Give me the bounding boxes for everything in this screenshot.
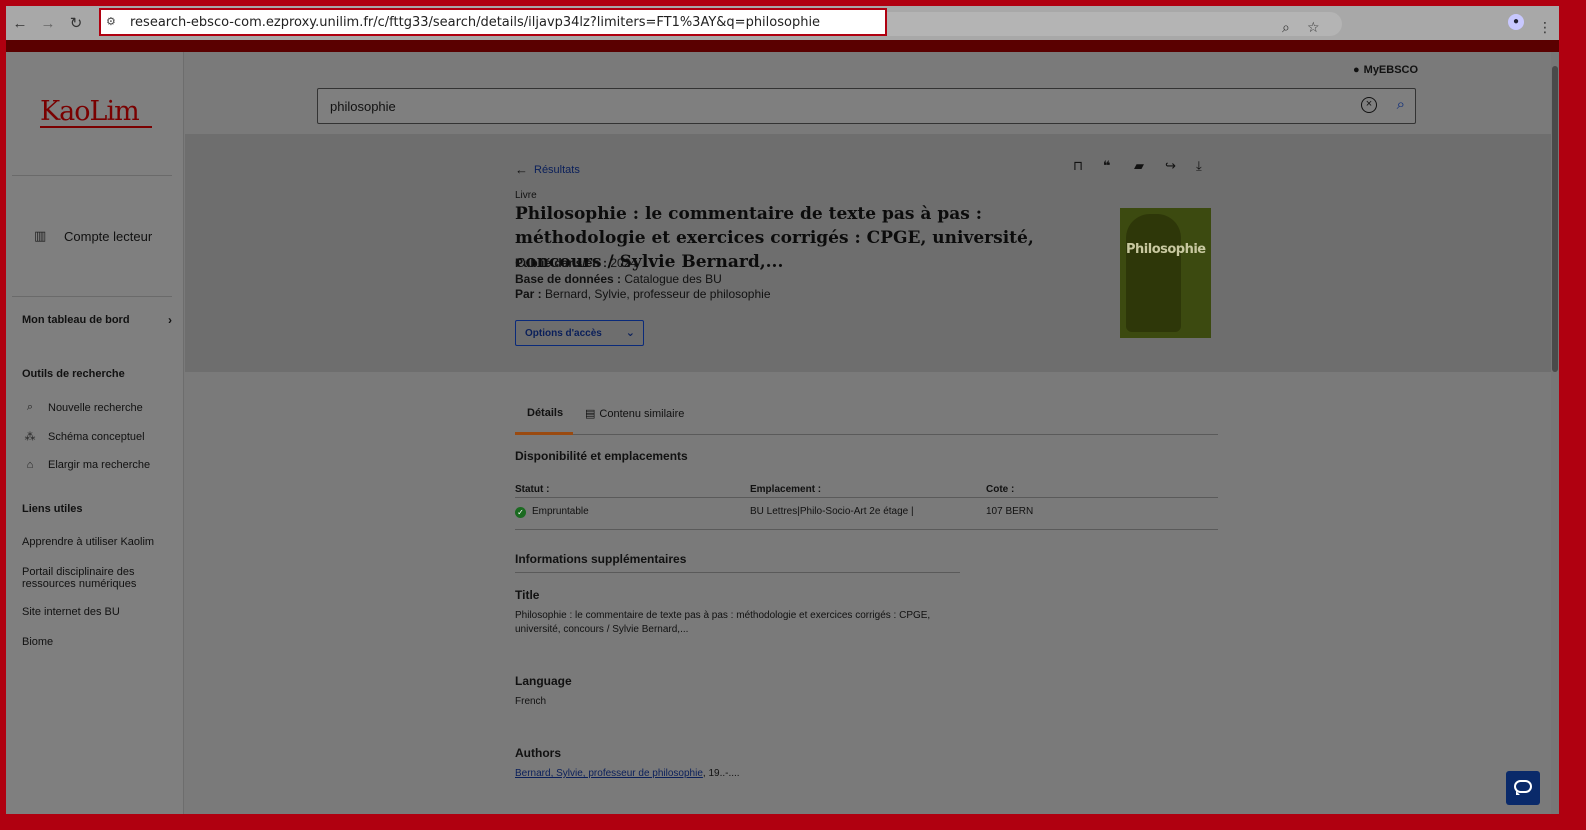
table-header: Statut : Emplacement : Cote : [515,480,1218,498]
location-header: Emplacement : [750,484,822,495]
learn-kaolim-link[interactable]: Apprendre à utiliser Kaolim [22,536,172,548]
arrow-left-icon: ← [515,162,528,177]
call-number-header: Cote : [986,484,1015,495]
supplementary-heading: Informations supplémentaires [515,552,687,566]
author-meta: Par : Bernard, Sylvie, professeur de phi… [515,287,771,301]
title-field-label: Title [515,588,540,602]
download-icon[interactable]: ⤓ [1196,158,1202,174]
new-search-label: Nouvelle recherche [48,401,143,414]
forward-arrow-icon[interactable]: → [38,14,58,34]
authors-field-label: Authors [515,746,561,760]
database-label: Base de données : [515,272,622,286]
search-input[interactable]: philosophie × ⌕ [317,88,1416,124]
page: KaoLim ▥ Compte lecteur Mon tableau de b… [6,52,1551,814]
search-icon: ⌕ [26,401,34,413]
published-label: Publié dans/en : [515,256,608,270]
url-text[interactable]: research-ebsco-com.ezproxy.unilim.fr/c/f… [130,15,820,30]
search-value: philosophie [330,99,396,114]
chat-button[interactable] [1506,771,1540,805]
scrollbar-thumb[interactable] [1552,66,1558,372]
published-meta: Publié dans/en : 2024 [515,256,637,270]
cover-statue-image [1126,214,1181,332]
divider [515,572,960,573]
concept-map-icon: ⁂ [24,431,36,443]
concept-map-label: Schéma conceptuel [48,430,145,443]
folder-icon[interactable]: ▰ [1134,158,1144,174]
tab-similar-label: Contenu similaire [599,408,685,420]
chevron-right-icon: › [168,313,172,327]
new-search-link[interactable]: ⌕ Nouvelle recherche [22,401,143,414]
cite-icon[interactable]: ❝ [1103,158,1111,174]
cover-title: Philosophie [1126,242,1206,257]
share-icon[interactable]: ↪ [1165,158,1176,174]
kaolim-logo[interactable]: KaoLim [40,96,140,127]
back-to-results-link[interactable]: ← Résultats [515,162,580,177]
chevron-down-icon: ⌄ [625,327,635,339]
myebsco-link[interactable]: ● MyEBSCO [1353,64,1418,76]
database-meta: Base de données : Catalogue des BU [515,272,722,286]
concept-map-link[interactable]: ⁂ Schéma conceptuel [22,430,145,444]
location-cell: BU Lettres|Philo-Socio-Art 2e étage | [750,506,914,517]
back-label: Résultats [534,163,580,176]
back-arrow-icon[interactable]: ← [10,14,30,34]
book-cover[interactable]: Philosophie [1120,208,1211,338]
record-header: ← Résultats ⊓ ❝ ▰ ↪ ⤓ Livre Philosophie … [185,134,1551,372]
call-number-cell: 107 BERN [986,506,1034,517]
dashboard-label: Mon tableau de bord [22,314,130,326]
author-link[interactable]: Bernard, Sylvie, professeur de philosoph… [515,768,703,779]
tools-heading: Outils de recherche [22,368,125,380]
search-icon[interactable]: ⌕ [1397,96,1405,113]
kebab-menu-icon[interactable]: ⋮ [1538,19,1552,36]
status-cell: ✓ Empruntable [515,506,589,518]
availability-heading: Disponibilité et emplacements [515,449,688,463]
active-tab-indicator [515,432,573,435]
divider [12,296,172,297]
title-field-value: Philosophie : le commentaire de texte pa… [515,610,931,635]
account-link[interactable]: ▥ Compte lecteur [34,228,152,244]
authors-field-value: Bernard, Sylvie, professeur de philosoph… [515,767,965,781]
logo-underline [40,126,152,128]
check-circle-icon: ✓ [515,507,526,518]
tab-similar-content[interactable]: ▤ Contenu similaire [585,407,684,420]
account-label: Compte lecteur [64,228,153,244]
books-icon: ▥ [34,228,47,243]
language-field-value: French [515,696,547,707]
document-type: Livre [515,190,537,201]
database-value: Catalogue des BU [624,272,722,286]
clear-icon[interactable]: × [1361,97,1377,113]
broaden-search-label: Elargir ma recherche [48,459,151,471]
author-dates: , 19..-.... [702,768,740,779]
sidebar: KaoLim ▥ Compte lecteur Mon tableau de b… [6,52,184,814]
site-info-icon[interactable]: ⚙ [106,15,116,28]
table-row: ✓ Empruntable BU Lettres|Philo-Socio-Art … [515,498,1218,530]
language-field-label: Language [515,674,572,688]
bookmark-icon[interactable]: ⊓ [1073,158,1083,174]
access-options-button[interactable]: Options d'accès ⌄ [515,320,644,346]
profile-avatar-icon[interactable]: ● [1508,14,1524,30]
dashboard-link[interactable]: Mon tableau de bord › [22,313,176,327]
broaden-search-link[interactable]: ⌂ Elargir ma recherche [22,459,150,471]
tab-details[interactable]: Détails [527,407,563,419]
by-label: Par : [515,287,542,301]
status-header: Statut : [515,484,550,495]
biome-link[interactable]: Biome [22,636,172,648]
reload-icon[interactable]: ↻ [66,14,86,34]
details-tabs: Détails ▤ Contenu similaire [515,399,1218,435]
similar-content-icon: ▤ [585,408,596,420]
status-value: Empruntable [532,506,589,517]
divider [12,175,172,176]
portal-link[interactable]: Portail disciplinaire des ressources num… [22,566,172,590]
zoom-icon[interactable]: ⌕ [1282,19,1290,36]
myebsco-label: MyEBSCO [1363,64,1419,76]
user-circle-icon: ● [1353,64,1360,76]
published-value: 2024 [610,256,638,270]
chat-bubble-tail [1516,791,1520,795]
library-icon: ⌂ [26,459,34,471]
bu-website-link[interactable]: Site internet des BU [22,606,172,618]
by-value: Bernard, Sylvie, professeur de philosoph… [545,287,771,301]
links-heading: Liens utiles [22,503,83,515]
bookmark-star-icon[interactable]: ☆ [1307,19,1320,36]
page-top-band [6,40,1559,52]
access-options-label: Options d'accès [525,328,602,339]
